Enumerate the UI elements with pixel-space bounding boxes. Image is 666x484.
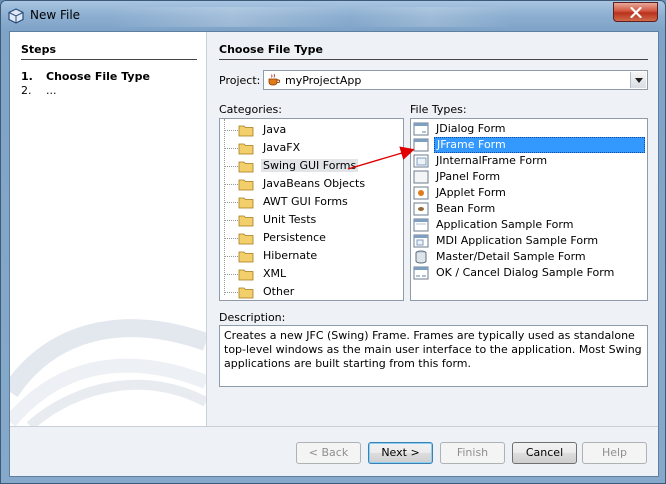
wizard-client-area: Steps 1. Choose File Type 2.... Choose Fi… <box>9 31 659 477</box>
category-item[interactable]: Persistence <box>224 229 402 247</box>
step-2-label: ... <box>46 84 57 97</box>
folder-icon <box>238 143 254 155</box>
folder-icon <box>238 215 254 227</box>
database-icon <box>415 250 427 264</box>
category-item[interactable]: Hibernate <box>224 247 402 265</box>
panel-form-icon <box>413 170 429 184</box>
file-types-label: File Types: <box>410 103 467 116</box>
description-text: Creates a new JFC (Swing) Frame. Frames … <box>219 325 648 387</box>
dialog-form-icon <box>413 122 429 136</box>
step-1-label: Choose File Type <box>46 70 150 83</box>
folder-icon <box>238 251 254 263</box>
file-type-item[interactable]: OK / Cancel Dialog Sample Form <box>413 265 647 281</box>
page-heading: Choose File Type <box>219 43 323 56</box>
next-button[interactable]: Next > <box>368 442 433 464</box>
project-select[interactable]: myProjectApp <box>263 70 648 90</box>
ok-cancel-dialog-icon <box>413 266 429 280</box>
project-value: myProjectApp <box>285 74 362 87</box>
close-button[interactable] <box>613 2 658 22</box>
new-file-window: New File Steps 1.Choose File Type 2.... <box>0 0 666 484</box>
file-type-item[interactable]: Application Sample Form <box>413 217 647 233</box>
category-item[interactable]: Other <box>224 283 402 300</box>
file-types-list[interactable]: JDialog Form JFrame Form JInternalFrame … <box>410 118 648 301</box>
applet-form-icon <box>413 186 429 200</box>
category-item[interactable]: Unit Tests <box>224 211 402 229</box>
file-type-item[interactable]: JInternalFrame Form <box>413 153 647 169</box>
back-button[interactable]: < Back <box>296 442 361 464</box>
button-bar: < Back Next > Finish Cancel Help <box>10 426 658 476</box>
folder-icon <box>238 179 254 191</box>
file-type-item-selected[interactable]: JFrame Form <box>413 137 647 153</box>
file-type-item[interactable]: Master/Detail Sample Form <box>413 249 647 265</box>
file-type-item[interactable]: JDialog Form <box>413 121 647 137</box>
frame-form-icon <box>413 138 429 152</box>
description-label: Description: <box>219 311 286 324</box>
chevron-down-icon <box>635 78 643 83</box>
category-item[interactable]: Java <box>224 121 402 139</box>
categories-tree[interactable]: Java JavaFX Swing GUI Forms JavaBeans Ob… <box>219 118 404 301</box>
bean-form-icon <box>413 202 429 216</box>
folder-icon <box>238 287 254 299</box>
category-item-selected[interactable]: Swing GUI Forms <box>224 157 402 175</box>
close-icon <box>630 7 642 18</box>
file-type-item[interactable]: Bean Form <box>413 201 647 217</box>
netbeans-cube-icon <box>8 8 24 24</box>
steps-divider <box>21 59 197 60</box>
project-label: Project: <box>219 74 261 87</box>
step-1: 1. Choose File Type <box>21 70 150 83</box>
application-form-icon <box>413 218 429 232</box>
cancel-button[interactable]: Cancel <box>512 442 577 464</box>
folder-icon <box>238 269 254 281</box>
steps-heading: Steps <box>21 43 57 56</box>
title-decoration <box>111 7 511 27</box>
decorative-wave-graphic <box>10 319 206 426</box>
finish-button[interactable]: Finish <box>440 442 505 464</box>
file-type-item[interactable]: MDI Application Sample Form <box>413 233 647 249</box>
folder-icon <box>238 161 254 173</box>
file-type-item[interactable]: JPanel Form <box>413 169 647 185</box>
folder-icon <box>238 125 254 137</box>
category-item[interactable]: XML <box>224 265 402 283</box>
project-dropdown-button[interactable] <box>630 72 646 88</box>
internal-frame-form-icon <box>413 154 429 168</box>
heading-divider <box>219 59 648 60</box>
category-item[interactable]: JavaFX <box>224 139 402 157</box>
step-2: 2.... <box>21 84 57 97</box>
java-coffee-cup-icon <box>268 73 281 86</box>
category-item[interactable]: AWT GUI Forms <box>224 193 402 211</box>
mdi-form-icon <box>413 234 429 248</box>
main-panel: Choose File Type Project: myProjectApp C… <box>208 32 658 426</box>
categories-label: Categories: <box>219 103 282 116</box>
folder-icon <box>238 197 254 209</box>
category-item[interactable]: JavaBeans Objects <box>224 175 402 193</box>
window-title: New File <box>30 8 81 22</box>
help-button[interactable]: Help <box>582 442 647 464</box>
title-bar[interactable]: New File <box>1 1 665 31</box>
folder-icon <box>238 233 254 245</box>
steps-panel: Steps 1. Choose File Type 2.... <box>10 32 207 426</box>
file-type-item[interactable]: JApplet Form <box>413 185 647 201</box>
